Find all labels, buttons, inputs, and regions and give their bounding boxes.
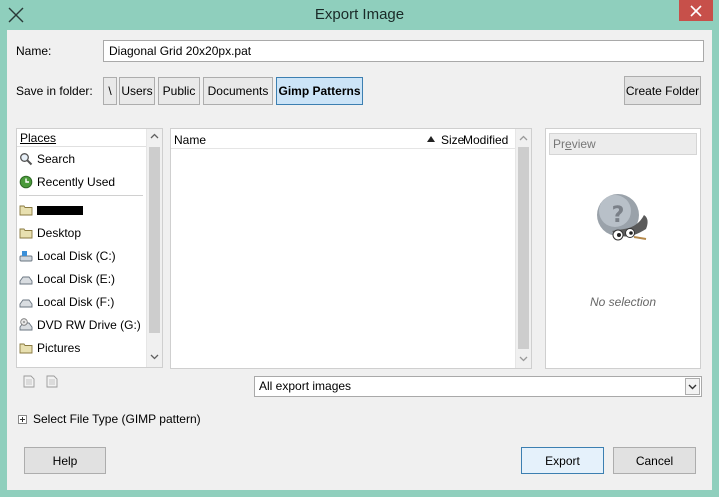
- file-filter-dropdown-button[interactable]: [685, 378, 700, 395]
- chevron-down-icon[interactable]: [519, 356, 528, 362]
- file-name-input[interactable]: Diagonal Grid 20x20px.pat: [103, 40, 704, 62]
- column-header-modified[interactable]: Modified: [463, 133, 508, 147]
- file-list-scroll-thumb[interactable]: [518, 147, 529, 349]
- window-title: Export Image: [314, 6, 405, 23]
- file-list-header: Name Size Modified: [171, 129, 515, 149]
- file-list-scrollbar[interactable]: [515, 129, 531, 368]
- close-icon: [690, 4, 702, 17]
- create-folder-button[interactable]: Create Folder: [624, 76, 701, 105]
- breadcrumb-public[interactable]: Public: [158, 77, 200, 105]
- export-button[interactable]: Export: [521, 447, 604, 474]
- breadcrumb-documents[interactable]: Documents: [203, 77, 273, 105]
- title-bar[interactable]: Export Image: [0, 0, 719, 30]
- save-in-folder-label: Save in folder:: [16, 84, 93, 98]
- redacted-label: [37, 205, 83, 215]
- place-local-disk-e[interactable]: Local Disk (E:): [19, 268, 145, 290]
- place-pictures[interactable]: Pictures: [19, 337, 145, 359]
- place-dvd-rw-drive-g[interactable]: DVD RW Drive (G:): [19, 314, 145, 336]
- drive-icon: [19, 299, 33, 308]
- dvd-icon: [19, 318, 33, 331]
- search-icon: [20, 153, 33, 166]
- folder-icon: [19, 343, 33, 354]
- export-image-dialog: Export Image Name: Diagonal Grid 20x20px…: [0, 0, 719, 497]
- select-file-type-label: Select File Type (GIMP pattern): [33, 412, 201, 426]
- file-filter-select[interactable]: All export images: [254, 376, 702, 397]
- dialog-body: Name: Diagonal Grid 20x20px.pat Save in …: [7, 30, 712, 490]
- breadcrumb-users[interactable]: Users: [119, 77, 155, 105]
- breadcrumb-gimp-patterns[interactable]: Gimp Patterns: [276, 77, 363, 105]
- cancel-button[interactable]: Cancel: [613, 447, 696, 474]
- drive-icon: [19, 276, 33, 285]
- place-search[interactable]: Search: [19, 148, 145, 170]
- gimp-mascot-icon: ?: [597, 194, 648, 241]
- column-header-size[interactable]: Size: [441, 133, 464, 147]
- close-button[interactable]: [679, 0, 713, 21]
- no-selection-text: No selection: [589, 295, 657, 309]
- place-desktop[interactable]: Desktop: [19, 222, 145, 244]
- chevron-up-icon[interactable]: [519, 135, 528, 141]
- preview-panel: Preview ? No selection: [545, 128, 701, 369]
- add-bookmark-icon[interactable]: [23, 375, 35, 388]
- help-button[interactable]: Help: [24, 447, 106, 474]
- breadcrumb-root[interactable]: \: [103, 77, 117, 105]
- expand-plus-icon: [18, 414, 27, 424]
- places-header[interactable]: Places: [17, 129, 147, 147]
- places-separator: [19, 195, 143, 196]
- folder-icon: [19, 228, 33, 239]
- places-panel: Places Search Recently Used Desktop Loca…: [16, 128, 163, 368]
- places-scroll-thumb[interactable]: [149, 147, 160, 333]
- places-scrollbar[interactable]: [146, 129, 162, 367]
- place-local-disk-f[interactable]: Local Disk (F:): [19, 291, 145, 313]
- folder-icon: [19, 205, 33, 216]
- select-file-type-expander[interactable]: Select File Type (GIMP pattern): [18, 412, 201, 426]
- chevron-up-icon[interactable]: [150, 133, 159, 139]
- remove-bookmark-icon[interactable]: [46, 375, 58, 388]
- chevron-down-icon: [688, 384, 697, 389]
- file-filter-value: All export images: [259, 379, 352, 393]
- column-header-name[interactable]: Name: [174, 133, 206, 147]
- svg-text:?: ?: [612, 203, 625, 228]
- place-local-disk-c[interactable]: Local Disk (C:): [19, 245, 145, 267]
- system-drive-icon: [19, 251, 33, 262]
- file-list[interactable]: Name Size Modified: [170, 128, 532, 369]
- place-recently-used[interactable]: Recently Used: [19, 171, 145, 193]
- place-user-home[interactable]: [19, 199, 145, 221]
- sort-ascending-icon: [427, 136, 435, 142]
- recent-icon: [19, 175, 33, 189]
- name-label: Name:: [16, 44, 52, 58]
- chevron-down-icon[interactable]: [150, 354, 159, 360]
- preview-header: Preview: [549, 133, 697, 155]
